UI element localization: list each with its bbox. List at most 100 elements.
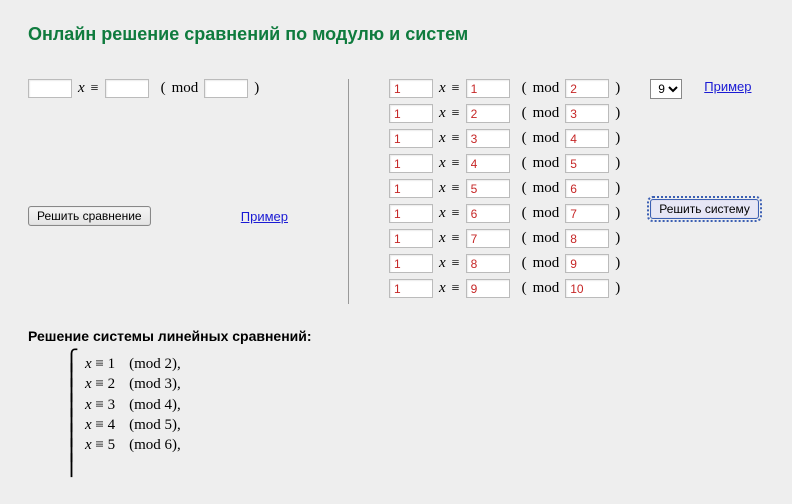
single-a-input[interactable] — [28, 79, 72, 98]
system-rparen: ) — [615, 205, 620, 222]
system-a-input[interactable] — [389, 204, 433, 223]
system-mod-label: mod — [533, 205, 560, 222]
solution-lhs: x ≡ 4 — [85, 415, 115, 435]
single-mod-label: mod — [172, 80, 199, 97]
system-rparen: ) — [615, 230, 620, 247]
system-equiv: ≡ — [452, 156, 460, 172]
system-example-link[interactable]: Пример — [704, 79, 751, 94]
system-row: x≡(mod) — [389, 79, 620, 98]
system-b-input[interactable] — [466, 79, 510, 98]
solution-system: ⎧⎪⎪⎪⎪⎪⎪⎪ x ≡ 1(mod 2),x ≡ 2(mod 3),x ≡ 3… — [64, 354, 764, 474]
system-m-input[interactable] — [565, 279, 609, 298]
system-b-input[interactable] — [466, 179, 510, 198]
system-equiv: ≡ — [452, 231, 460, 247]
system-equiv: ≡ — [452, 106, 460, 122]
solution-line: x ≡ 2(mod 3), — [85, 374, 181, 394]
system-x-label: x — [439, 180, 446, 197]
system-rparen: ) — [615, 130, 620, 147]
solution-lhs: x ≡ 3 — [85, 395, 115, 415]
page-title: Онлайн решение сравнений по модулю и сис… — [28, 24, 764, 45]
system-row: x ≡ ( mod) — [389, 129, 620, 148]
system-rparen: ) — [615, 155, 620, 172]
system-a-input[interactable] — [389, 129, 433, 148]
system-rparen: ) — [615, 105, 620, 122]
system-x-label: x — [439, 205, 446, 222]
system-equiv: ≡ — [452, 181, 460, 197]
system-mod-label: mod — [533, 130, 560, 147]
system-x-label: x — [439, 130, 446, 147]
system-lparen: ( — [522, 130, 527, 147]
system-rparen: ) — [615, 80, 620, 97]
system-mod-label: mod — [533, 105, 560, 122]
system-lparen: ( — [522, 80, 527, 97]
system-m-input[interactable] — [565, 204, 609, 223]
system-equiv: ≡ — [452, 81, 460, 97]
system-equiv: ≡ — [452, 281, 460, 297]
system-a-input[interactable] — [389, 279, 433, 298]
solution-lhs: x ≡ 2 — [85, 374, 115, 394]
single-m-input[interactable] — [204, 79, 248, 98]
system-mod-label: mod — [533, 80, 560, 97]
system-lparen: ( — [522, 105, 527, 122]
system-controls: 9 Пример Решить систему — [650, 79, 759, 304]
brace-icon: ⎧⎪⎪⎪⎪⎪⎪⎪ — [64, 354, 79, 474]
solution-rhs: (mod 4), — [129, 395, 181, 415]
system-a-input[interactable] — [389, 154, 433, 173]
solution-line: x ≡ 3 (mod 4), — [85, 395, 181, 415]
system-b-input[interactable] — [466, 254, 510, 273]
system-lparen: ( — [522, 180, 527, 197]
system-panel: x≡(mod)x≡(mod)x≡(mod)x≡(mod)x≡(mod)x≡(mo… — [348, 79, 640, 304]
system-m-input[interactable] — [565, 154, 609, 173]
solution-line: x ≡ 5(mod 6), — [85, 435, 181, 455]
system-row: x≡(mod) — [389, 229, 620, 248]
system-equiv: ≡ — [452, 206, 460, 222]
system-x-label: x — [439, 105, 446, 122]
solution-title: Решение системы линейных сравнений: — [28, 328, 764, 344]
system-m-input[interactable] — [565, 179, 609, 198]
system-b-input[interactable] — [466, 129, 510, 148]
system-x-label: x — [439, 155, 446, 172]
system-mod-label: mod — [533, 155, 560, 172]
system-b-input[interactable] — [466, 154, 510, 173]
single-congruence-row: x ≡ (mod ) — [28, 79, 328, 98]
system-equiv: ≡ — [452, 131, 460, 147]
solution-block: Решение системы линейных сравнений: ⎧⎪⎪⎪… — [28, 328, 764, 474]
system-row: x ≡ ( mod) — [389, 104, 620, 123]
single-example-link[interactable]: Пример — [241, 209, 288, 224]
single-b-input[interactable] — [105, 79, 149, 98]
system-b-input[interactable] — [466, 279, 510, 298]
system-mod-label: mod — [533, 180, 560, 197]
solve-single-button[interactable]: Решить сравнение — [28, 206, 151, 226]
single-x-label: x — [78, 80, 85, 97]
solution-rhs: (mod 2), — [129, 354, 181, 374]
system-lparen: ( — [522, 230, 527, 247]
system-a-input[interactable] — [389, 229, 433, 248]
system-lparen: ( — [522, 255, 527, 272]
solution-line: x ≡ 1(mod 2), — [85, 354, 181, 374]
system-equiv: ≡ — [452, 256, 460, 272]
system-row: x ≡ ( mod) — [389, 179, 620, 198]
system-b-input[interactable] — [466, 204, 510, 223]
system-a-input[interactable] — [389, 179, 433, 198]
system-mod-label: mod — [533, 255, 560, 272]
solution-line: x ≡ 4(mod 5), — [85, 415, 181, 435]
system-rparen: ) — [615, 280, 620, 297]
system-m-input[interactable] — [565, 254, 609, 273]
system-size-select[interactable]: 9 — [650, 79, 682, 99]
solve-system-button[interactable]: Решить систему — [650, 199, 759, 219]
single-lparen: ( — [161, 80, 166, 97]
system-lparen: ( — [522, 280, 527, 297]
system-row: x≡(mod) — [389, 254, 620, 273]
system-a-input[interactable] — [389, 79, 433, 98]
system-b-input[interactable] — [466, 104, 510, 123]
system-m-input[interactable] — [565, 104, 609, 123]
system-rparen: ) — [615, 180, 620, 197]
system-m-input[interactable] — [565, 79, 609, 98]
system-a-input[interactable] — [389, 254, 433, 273]
solution-lhs: x ≡ 5 — [85, 435, 115, 455]
system-m-input[interactable] — [565, 229, 609, 248]
calculator-layout: x ≡ ( mod ) Решить сравнение Пример x ≡ ( mo… — [28, 79, 764, 304]
system-m-input[interactable] — [565, 129, 609, 148]
system-a-input[interactable] — [389, 104, 433, 123]
system-b-input[interactable] — [466, 229, 510, 248]
